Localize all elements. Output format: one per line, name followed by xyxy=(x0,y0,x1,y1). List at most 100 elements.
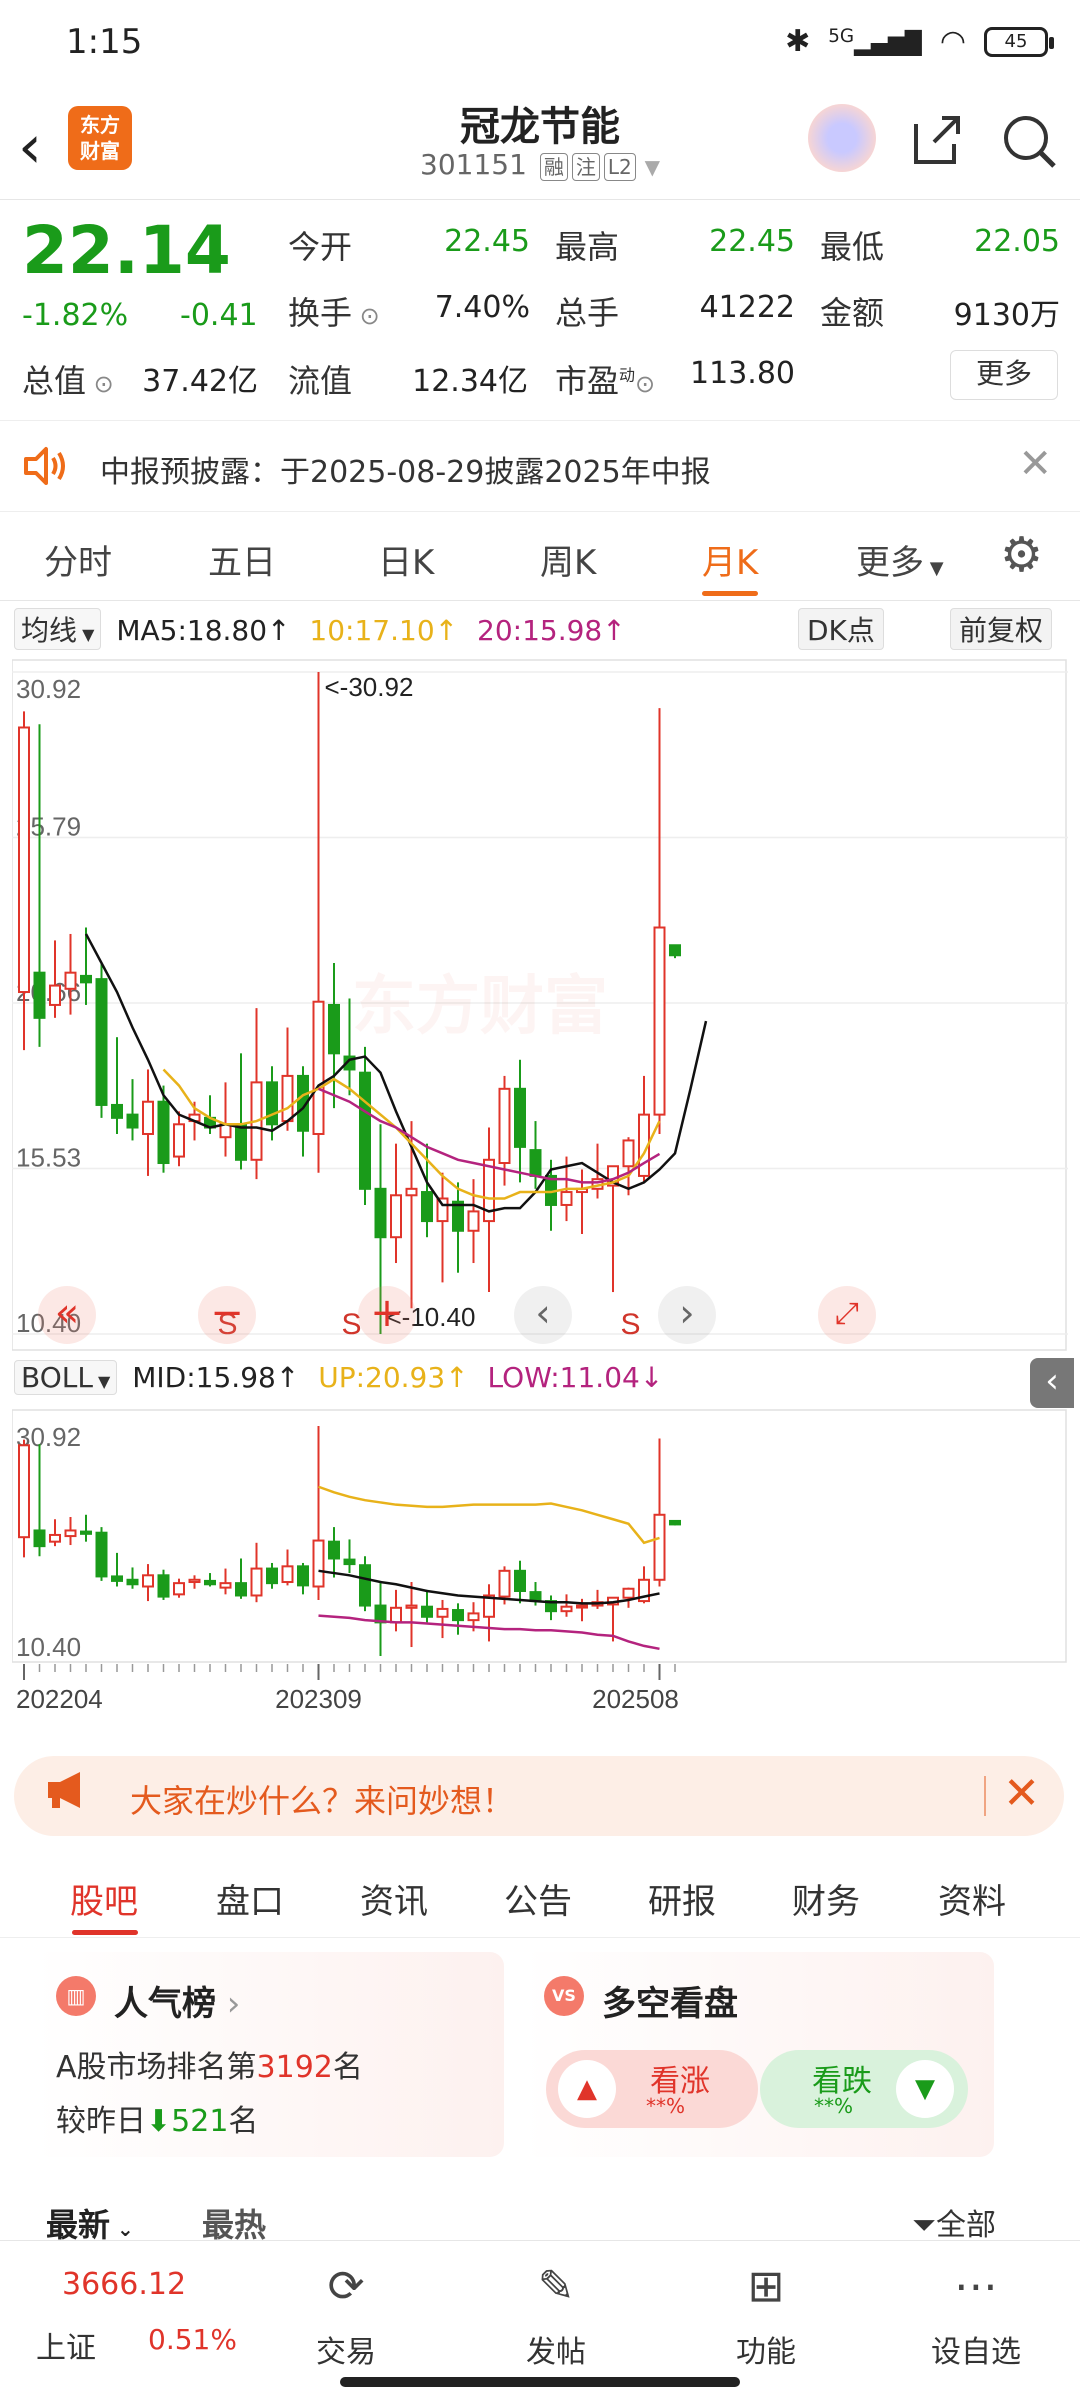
yen-circle-icon: ⟳ xyxy=(327,2261,365,2312)
candle-body xyxy=(390,1194,402,1239)
ma-selector[interactable]: 均线 ▼ xyxy=(14,608,102,650)
candle-body xyxy=(653,926,666,1116)
low-value: 22.05 xyxy=(974,224,1060,259)
expand-icon[interactable]: ⤢ xyxy=(818,1286,876,1344)
share-icon[interactable] xyxy=(906,110,966,183)
turnover-label[interactable]: 换手 ⊙ xyxy=(288,288,380,334)
amount-value: 9130万 xyxy=(953,298,1060,333)
nav-post[interactable]: ✎ 发帖 xyxy=(486,2261,626,2371)
tab-more[interactable]: 更多 ▼ xyxy=(856,535,944,584)
x-tick-label: 202309 xyxy=(275,1684,362,1714)
bullish-button[interactable]: ▲ 看涨 **% xyxy=(546,2050,758,2128)
tab-news[interactable]: 资讯 xyxy=(360,1874,428,1923)
candle-body xyxy=(529,1149,542,1177)
boll-chart[interactable]: 30.9210.40202204 202309 202508 xyxy=(12,1408,1068,1738)
zoom-in-icon[interactable]: + xyxy=(358,1286,416,1344)
candle-body xyxy=(467,1612,480,1622)
tab-forum[interactable]: 股吧 xyxy=(70,1874,138,1923)
assistant-avatar[interactable] xyxy=(808,104,876,172)
nav-add-watchlist[interactable]: ⋯ 设自选 xyxy=(906,2261,1046,2371)
info-icon: ⊙ xyxy=(86,370,114,398)
filter-all[interactable]: ⏷全部 xyxy=(912,2200,996,2244)
popularity-card[interactable]: ▥ 人气榜 › A股市场排名第3192名 较昨日⬇521名 xyxy=(34,1952,504,2157)
candle-body xyxy=(204,1579,216,1586)
index-change: 0.51% xyxy=(148,2323,237,2356)
candle-body xyxy=(312,1539,325,1588)
candle-body xyxy=(111,1103,123,1119)
candle-body xyxy=(64,971,77,990)
zoom-out-icon[interactable]: − xyxy=(198,1286,256,1344)
candle-body xyxy=(328,1003,340,1055)
candle-body xyxy=(359,1071,371,1190)
adjust-button[interactable]: 前复权 xyxy=(950,608,1053,650)
chevron-right-icon: › xyxy=(216,1984,241,2024)
tab-five-day[interactable]: 五日 xyxy=(208,535,276,584)
close-icon[interactable]: ✕ xyxy=(1003,1768,1040,1819)
chart-frame xyxy=(12,1409,1067,1663)
notice-bar[interactable]: 中报预披露：于2025-08-29披露2025年中报 ✕ xyxy=(0,420,1080,512)
status-time: 1:15 xyxy=(66,22,143,62)
candle-body xyxy=(173,1582,185,1596)
tab-monthly-k[interactable]: 月K xyxy=(702,535,758,584)
boll-indicator-row: BOLL ▼ MID:15.98↑ UP:20.93↑ LOW:11.04↓ xyxy=(14,1360,1074,1404)
tab-weekly-k[interactable]: 周K xyxy=(540,535,596,584)
content-tabs: 股吧 盘口 资讯 公告 研报 财务 资料 xyxy=(0,1854,1080,1938)
rewind-icon[interactable]: « xyxy=(38,1286,96,1344)
candle-body xyxy=(235,1123,247,1161)
candle-body xyxy=(95,1531,108,1578)
candle-body xyxy=(514,1569,526,1592)
tab-intraday[interactable]: 分时 xyxy=(44,535,112,584)
candlestick-chart[interactable]: 30.9225.7920.6615.5310.40东方财富<-30.92<-10… xyxy=(12,658,1068,1354)
tab-order-book[interactable]: 盘口 xyxy=(216,1874,284,1923)
edit-icon: ✎ xyxy=(537,2261,575,2312)
ma5-value: MA5:18.80↑ xyxy=(116,614,291,647)
pe-label[interactable]: 市盈动⊙ xyxy=(555,356,655,402)
stock-header: ‹ 东方 财富 冠龙节能 301151 融注 L2 ▼ xyxy=(0,90,1080,200)
sentiment-title: 多空看盘 xyxy=(602,1984,738,2024)
candle-body xyxy=(173,1123,185,1158)
chevron-left-icon[interactable]: ‹ xyxy=(514,1286,572,1344)
boll-low-value: LOW:11.04↓ xyxy=(487,1361,664,1394)
candle-body xyxy=(157,1100,170,1165)
vs-icon: VS xyxy=(544,1976,584,2016)
boll-up-value: UP:20.93↑ xyxy=(318,1361,469,1394)
candle-body xyxy=(312,1000,325,1135)
tab-announcements[interactable]: 公告 xyxy=(504,1874,572,1923)
banner-text: 大家在炒什么？来问妙想！ xyxy=(130,1782,515,1820)
chevron-right-icon[interactable]: › xyxy=(658,1286,716,1344)
search-icon[interactable] xyxy=(998,110,1060,185)
bearish-button[interactable]: 看跌 **% ▼ xyxy=(760,2050,968,2128)
candle-body xyxy=(514,1087,526,1148)
candle-body xyxy=(49,984,61,1006)
boll-selector[interactable]: BOLL ▼ xyxy=(14,1360,118,1395)
nav-trade[interactable]: ⟳ 交易 xyxy=(276,2261,416,2371)
market-cap-label[interactable]: 总值 ⊙ xyxy=(22,356,114,402)
more-quote-button[interactable]: 更多 xyxy=(950,350,1058,400)
more-dots-icon: ⋯ xyxy=(954,2261,998,2312)
gear-icon[interactable]: ⚙ xyxy=(1000,527,1043,583)
collapse-panel-icon[interactable]: ‹ xyxy=(1030,1358,1074,1408)
index-name[interactable]: 上证 xyxy=(36,2323,96,2367)
tab-profile[interactable]: 资料 xyxy=(938,1874,1006,1923)
index-value[interactable]: 3666.12 xyxy=(62,2267,186,2302)
active-tab-indicator xyxy=(72,1930,138,1935)
tab-financials[interactable]: 财务 xyxy=(792,1874,860,1923)
high-label: 最高 xyxy=(555,228,620,266)
close-icon[interactable]: ✕ xyxy=(1018,441,1052,487)
candle-body xyxy=(576,1604,588,1609)
dk-point-button[interactable]: DK点 xyxy=(798,608,884,650)
nav-functions[interactable]: ⊞ 功能 xyxy=(696,2261,836,2371)
notice-text: 中报预披露：于2025-08-29披露2025年中报 xyxy=(100,455,711,490)
ask-banner[interactable]: 大家在炒什么？来问妙想！ ✕ xyxy=(14,1756,1064,1836)
tab-research[interactable]: 研报 xyxy=(648,1874,716,1923)
candle-body xyxy=(95,978,108,1106)
candle-body xyxy=(219,1582,232,1589)
candle-body xyxy=(498,1569,511,1598)
tab-daily-k[interactable]: 日K xyxy=(378,535,434,584)
candle-body xyxy=(33,971,46,1019)
chart-controls: « − + ‹ › ⤢ xyxy=(10,1282,1070,1352)
divider xyxy=(984,1776,986,1816)
candle-body xyxy=(374,1187,387,1239)
y-tick-label: 15.53 xyxy=(16,1143,81,1173)
candle-body xyxy=(64,1529,77,1538)
